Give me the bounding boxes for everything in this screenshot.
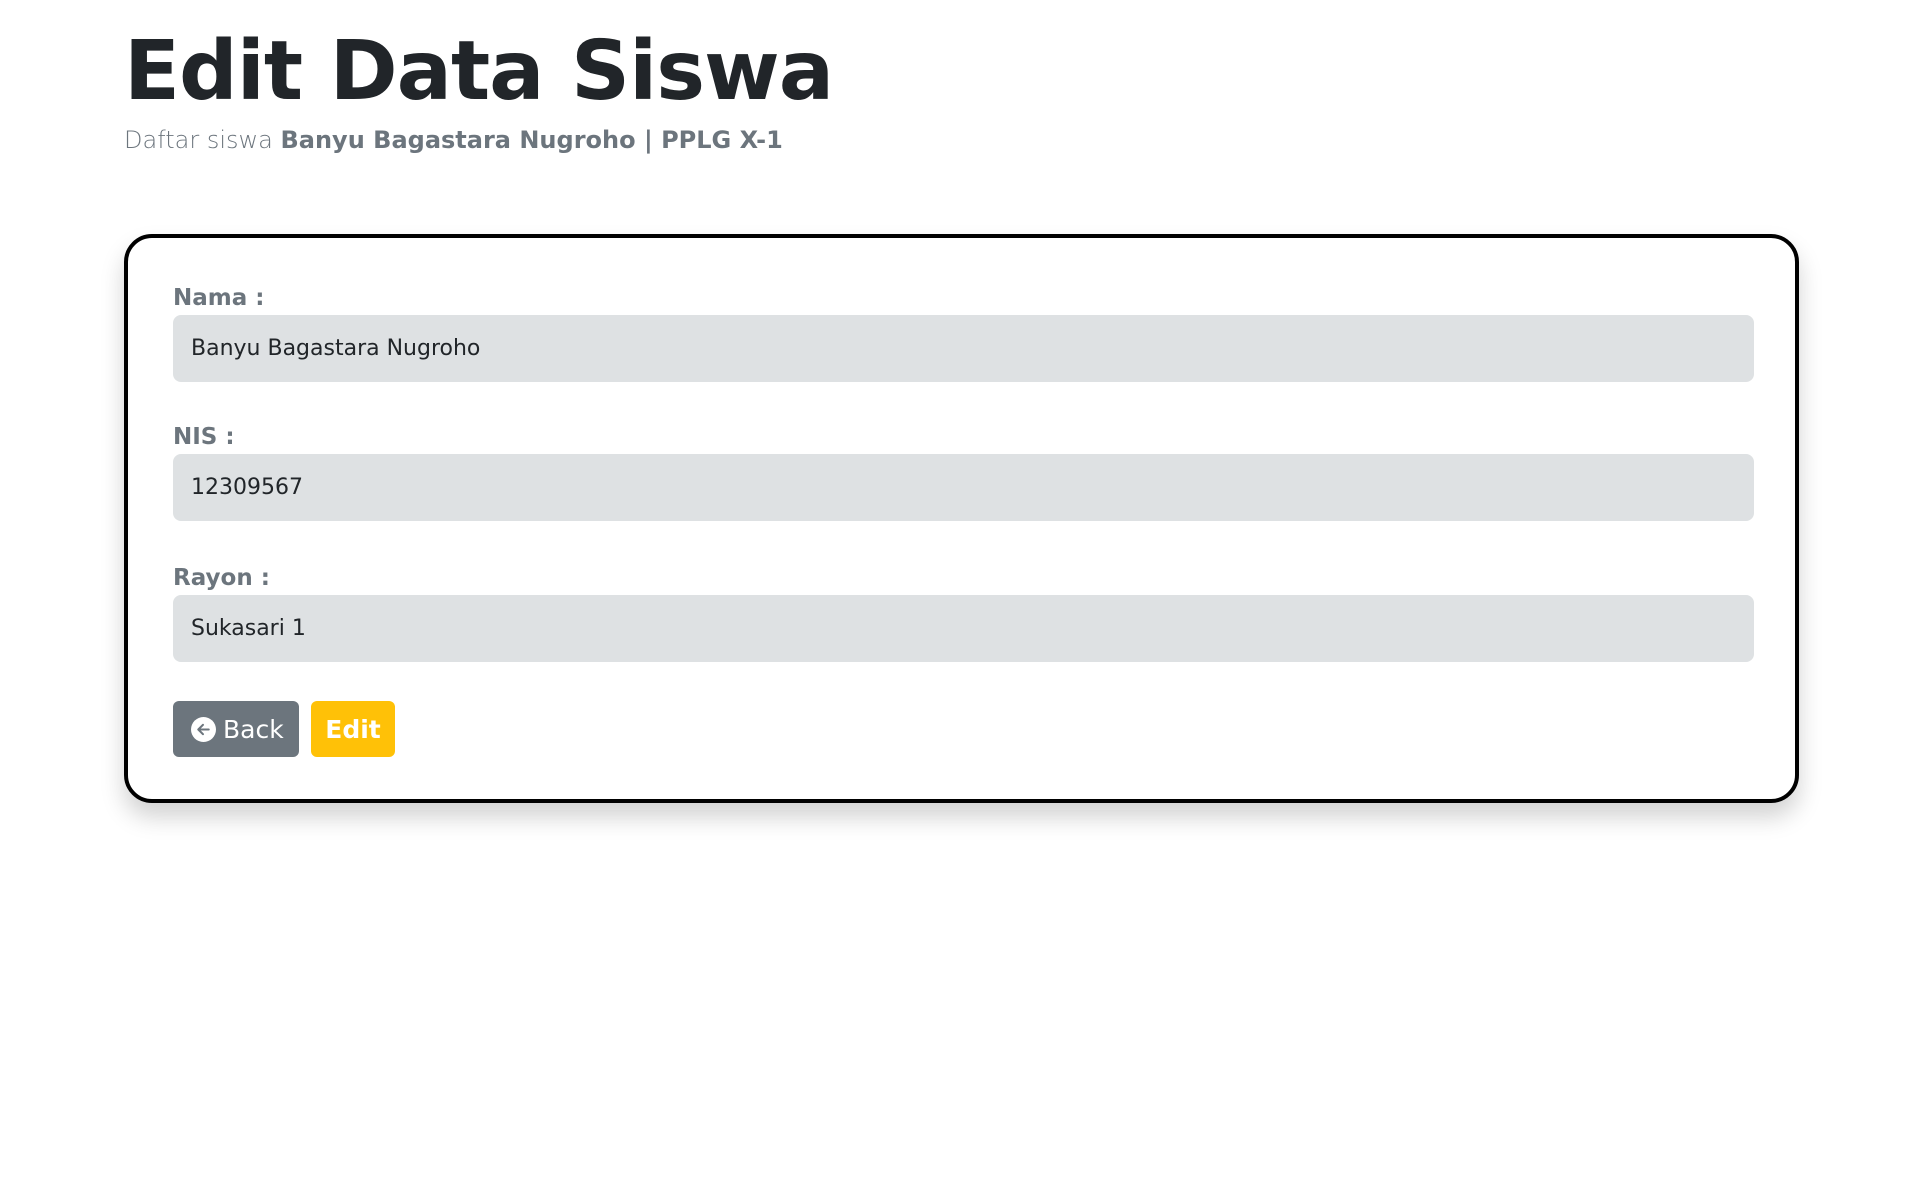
nama-label: Nama : <box>173 285 265 311</box>
page-header: Edit Data Siswa Daftar siswa Banyu Bagas… <box>124 22 834 158</box>
subtitle-student-class: Banyu Bagastara Nugroho | PPLG X-1 <box>280 126 783 154</box>
form-actions: Back Edit <box>173 701 395 757</box>
page-subtitle: Daftar siswa Banyu Bagastara Nugroho | P… <box>124 122 833 158</box>
rayon-label: Rayon : <box>173 565 270 591</box>
edit-button-label: Edit <box>325 714 381 744</box>
arrow-left-circle-icon <box>191 716 216 742</box>
back-button-label: Back <box>223 714 284 744</box>
edit-button[interactable]: Edit <box>311 701 395 757</box>
page-title: Edit Data Siswa <box>124 24 834 119</box>
nis-input[interactable] <box>173 454 1754 521</box>
subtitle-prefix: Daftar siswa <box>124 126 273 154</box>
nis-label: NIS : <box>173 424 235 450</box>
back-button[interactable]: Back <box>173 701 299 757</box>
page: Edit Data Siswa Daftar siswa Banyu Bagas… <box>0 0 1919 1199</box>
nama-input[interactable] <box>173 315 1754 382</box>
field-rayon: Rayon : <box>173 561 1754 662</box>
edit-student-form: Nama : NIS : Rayon : Back Edit <box>124 234 1799 803</box>
field-nama: Nama : <box>173 281 1754 382</box>
field-nis: NIS : <box>173 420 1754 521</box>
rayon-input[interactable] <box>173 595 1754 662</box>
